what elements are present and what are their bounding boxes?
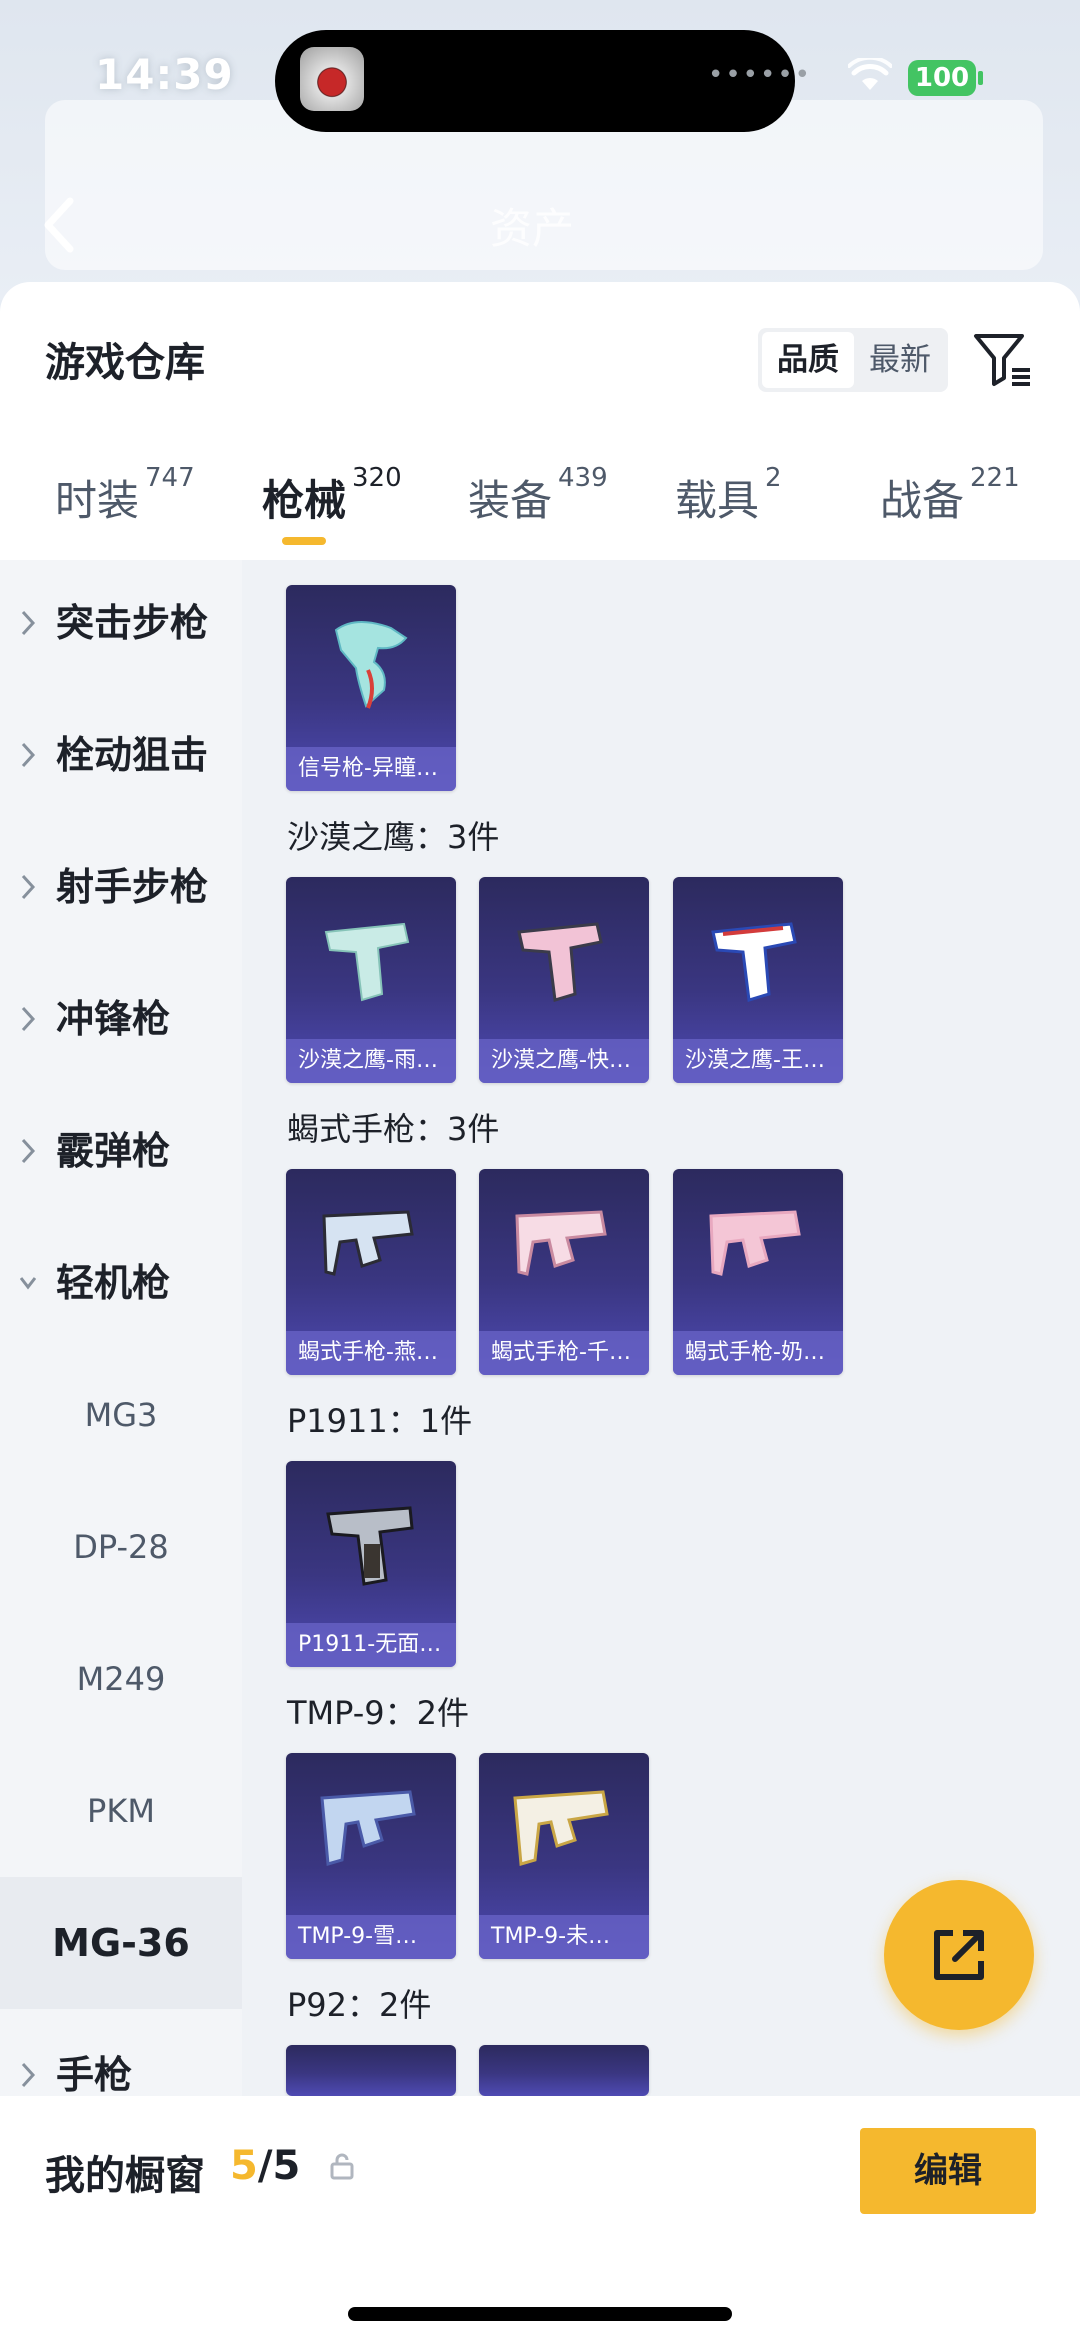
unlock-icon [330,2153,354,2180]
chevron-right-icon [21,1138,36,1164]
item-card[interactable] [286,2045,456,2096]
sidebar-item-label: 栓动狙击 [56,733,209,777]
battery-indicator: 100 [908,60,976,96]
item-name: 沙漠之鹰-雨… [286,1039,456,1083]
item-name: 蝎式手枪-奶… [673,1331,843,1375]
item-name: 沙漠之鹰-王… [673,1039,843,1083]
item-card[interactable]: 蝎式手枪-燕… [286,1169,456,1375]
tab-count: 320 [352,463,402,493]
tab-count: 221 [970,463,1020,493]
chevron-right-icon [21,610,36,636]
group-label: P92：2件 [287,1986,432,2024]
tab-fashion[interactable]: 时装 747 [55,463,195,528]
back-arrow-icon[interactable] [40,195,76,255]
edit-button[interactable]: 编辑 [860,2128,1036,2214]
sidebar-item-label: 射手步枪 [56,865,209,909]
tab-label: 时装 [55,476,140,525]
item-name: TMP-9-未… [479,1915,649,1959]
tab-label: 战备 [880,476,965,525]
sidebar-item-label: 突击步枪 [56,601,209,645]
status-time: 14:39 [95,50,234,99]
item-name: 蝎式手枪-千… [479,1331,649,1375]
live-activity-thumbnail [300,47,364,111]
group-label: 蝎式手枪：3件 [287,1110,500,1148]
chevron-right-icon [21,742,36,768]
sidebar-subitem-dp28[interactable]: DP-28 [0,1481,242,1613]
sidebar-subitem-mg36[interactable]: MG-36 [0,1877,242,2009]
item-name: P1911-无面… [286,1623,456,1667]
sidebar-item-marksman-rifle[interactable]: 射手步枪 [0,821,242,953]
sidebar-item-assault-rifle[interactable]: 突击步枪 [0,557,242,689]
chevron-right-icon [21,2062,36,2088]
tab-count: 439 [558,463,608,493]
group-label: TMP-9：2件 [287,1694,470,1732]
sort-by-quality-button[interactable]: 品质 [762,332,854,388]
background-page-title: 资产 [490,204,575,253]
item-card[interactable]: 沙漠之鹰-快… [479,877,649,1083]
desert-eagle-icon [517,922,603,1002]
home-indicator [348,2307,732,2321]
item-card[interactable]: TMP-9-未… [479,1753,649,1959]
desert-eagle-icon [711,922,797,1002]
tab-supplies[interactable]: 战备 221 [880,463,1020,528]
group-label: P1911：1件 [287,1402,473,1440]
item-card[interactable]: 蝎式手枪-奶… [673,1169,843,1375]
share-icon [934,1930,984,1980]
sheet-title: 游戏仓库 [45,340,205,386]
item-name: 蝎式手枪-燕… [286,1331,456,1375]
sidebar-item-lmg[interactable]: 轻机枪 [0,1217,242,1349]
showcase-used-count: 5 [230,2143,258,2189]
item-card[interactable]: TMP-9-雪… [286,1753,456,1959]
chevron-right-icon [21,874,36,900]
item-card[interactable] [479,2045,649,2096]
wifi-icon [848,58,892,90]
tab-firearms[interactable]: 枪械 320 [262,463,402,528]
tab-vehicles[interactable]: 载具 2 [675,463,782,528]
sidebar-subitem-m249[interactable]: M249 [0,1613,242,1745]
item-name: 沙漠之鹰-快… [479,1039,649,1083]
live-activity-dots: •••••• [708,60,813,90]
scorpion-pistol-icon [709,1210,801,1276]
desert-eagle-icon [324,922,410,1002]
sidebar-item-shotgun[interactable]: 霰弹枪 [0,1085,242,1217]
tab-label: 装备 [468,476,553,525]
sidebar-subitem-mg3[interactable]: MG3 [0,1349,242,1481]
tmp9-icon [320,1790,416,1866]
scorpion-pistol-icon [515,1210,607,1276]
sidebar-item-label: 轻机枪 [56,1261,171,1305]
scorpion-pistol-icon [322,1210,414,1276]
filter-icon[interactable] [972,330,1034,388]
group-label: 沙漠之鹰：3件 [287,818,500,856]
showcase-total-count: /5 [257,2143,301,2189]
signal-gun-icon [334,621,408,709]
active-tab-indicator [282,537,326,545]
item-name: 信号枪-异瞳… [286,747,456,791]
item-card[interactable]: P1911-无面… [286,1461,456,1667]
tab-count: 747 [145,463,195,493]
sort-by-newest-button[interactable]: 最新 [856,332,944,388]
p1911-pistol-icon [326,1506,414,1586]
item-card[interactable]: 蝎式手枪-千… [479,1169,649,1375]
battery-tip [978,71,983,85]
chevron-down-icon [20,1277,36,1290]
sidebar-item-bolt-sniper[interactable]: 栓动狙击 [0,689,242,821]
tmp9-icon [513,1790,609,1866]
share-button[interactable] [884,1880,1034,2030]
tab-label: 载具 [675,476,760,525]
item-card[interactable]: 沙漠之鹰-雨… [286,877,456,1083]
item-card[interactable]: 信号枪-异瞳… [286,585,456,791]
showcase-count: 5/5 [230,2143,300,2189]
item-name: TMP-9-雪… [286,1915,456,1959]
sidebar-subitem-pkm[interactable]: PKM [0,1745,242,1877]
tab-equipment[interactable]: 装备 439 [468,463,608,528]
item-card[interactable]: 沙漠之鹰-王… [673,877,843,1083]
tab-count: 2 [765,463,782,493]
tab-label: 枪械 [262,476,347,525]
chevron-right-icon [21,1006,36,1032]
sidebar-item-smg[interactable]: 冲锋枪 [0,953,242,1085]
sidebar-item-label: 霰弹枪 [56,1129,171,1173]
sidebar-item-label: 冲锋枪 [56,997,171,1041]
showcase-label: 我的橱窗 [45,2153,205,2199]
